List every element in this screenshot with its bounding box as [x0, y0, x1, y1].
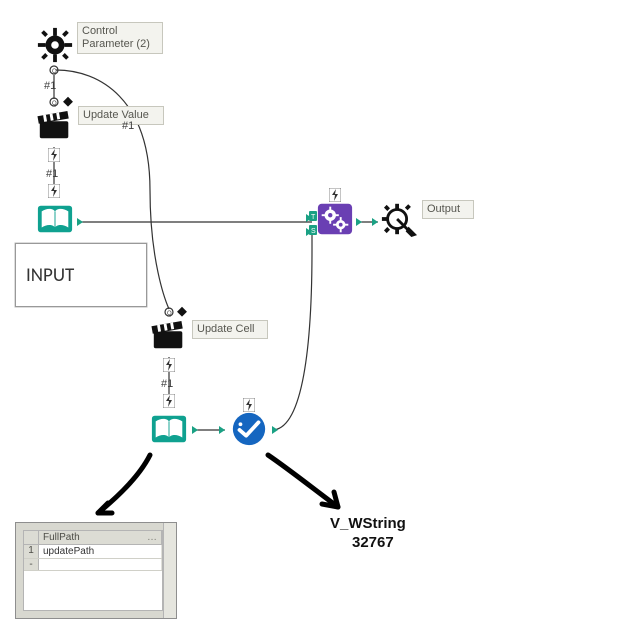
results-preview-window: FullPath … 1 updatePath -	[15, 522, 177, 619]
input-caption-text: INPUT	[26, 264, 74, 287]
label-update-value: Update Value	[78, 106, 164, 125]
tool-select[interactable]	[230, 410, 268, 448]
cell-value[interactable]: updatePath	[39, 545, 162, 558]
tool-action-update-value[interactable]	[36, 106, 74, 144]
tool-action-update-cell[interactable]	[150, 316, 188, 354]
cell-value[interactable]	[39, 559, 162, 570]
label-control-parameter-text: Control Parameter (2)	[82, 25, 150, 50]
anchor-tag-cp-out: #1	[44, 80, 56, 92]
label-output: Output	[422, 200, 474, 219]
column-menu-icon[interactable]: …	[147, 532, 157, 543]
label-update-cell: Update Cell	[192, 320, 268, 339]
column-header-text: FullPath	[43, 532, 80, 543]
results-header-row: FullPath …	[24, 531, 162, 545]
tool-macro-input-1[interactable]	[36, 200, 74, 238]
anchor-tag-uv-in: #1	[122, 120, 134, 132]
label-update-cell-text: Update Cell	[197, 323, 254, 335]
lightning-icon	[48, 184, 60, 198]
anchor-tag-uv-out: #1	[46, 168, 58, 180]
table-row: -	[24, 559, 162, 571]
column-header[interactable]: FullPath …	[39, 531, 162, 544]
row-index: -	[24, 559, 39, 570]
results-grid: FullPath … 1 updatePath -	[23, 530, 163, 611]
table-row: 1 updatePath	[24, 545, 162, 559]
lightning-icon	[163, 394, 175, 408]
tool-macro-output[interactable]	[380, 200, 418, 238]
tool-control-parameter[interactable]	[36, 26, 74, 64]
tool-macro-input-2[interactable]	[150, 410, 188, 448]
scrollbar-stub[interactable]	[163, 523, 176, 618]
label-update-value-text: Update Value	[83, 109, 149, 121]
annotation-type-name: V_WString	[330, 515, 406, 532]
lightning-icon	[48, 148, 60, 162]
workflow-canvas[interactable]: Q Q Q T S	[0, 0, 623, 626]
row-index: 1	[24, 545, 39, 558]
row-header-blank	[24, 531, 39, 544]
annotation-type-size: 32767	[352, 534, 394, 551]
input-caption-box: INPUT	[15, 243, 147, 307]
label-control-parameter: Control Parameter (2)	[77, 22, 163, 54]
lightning-icon	[163, 358, 175, 372]
label-output-text: Output	[427, 203, 460, 215]
tool-dynamic-replace[interactable]	[316, 200, 354, 238]
anchor-tag-uc-out: #1	[161, 378, 173, 390]
